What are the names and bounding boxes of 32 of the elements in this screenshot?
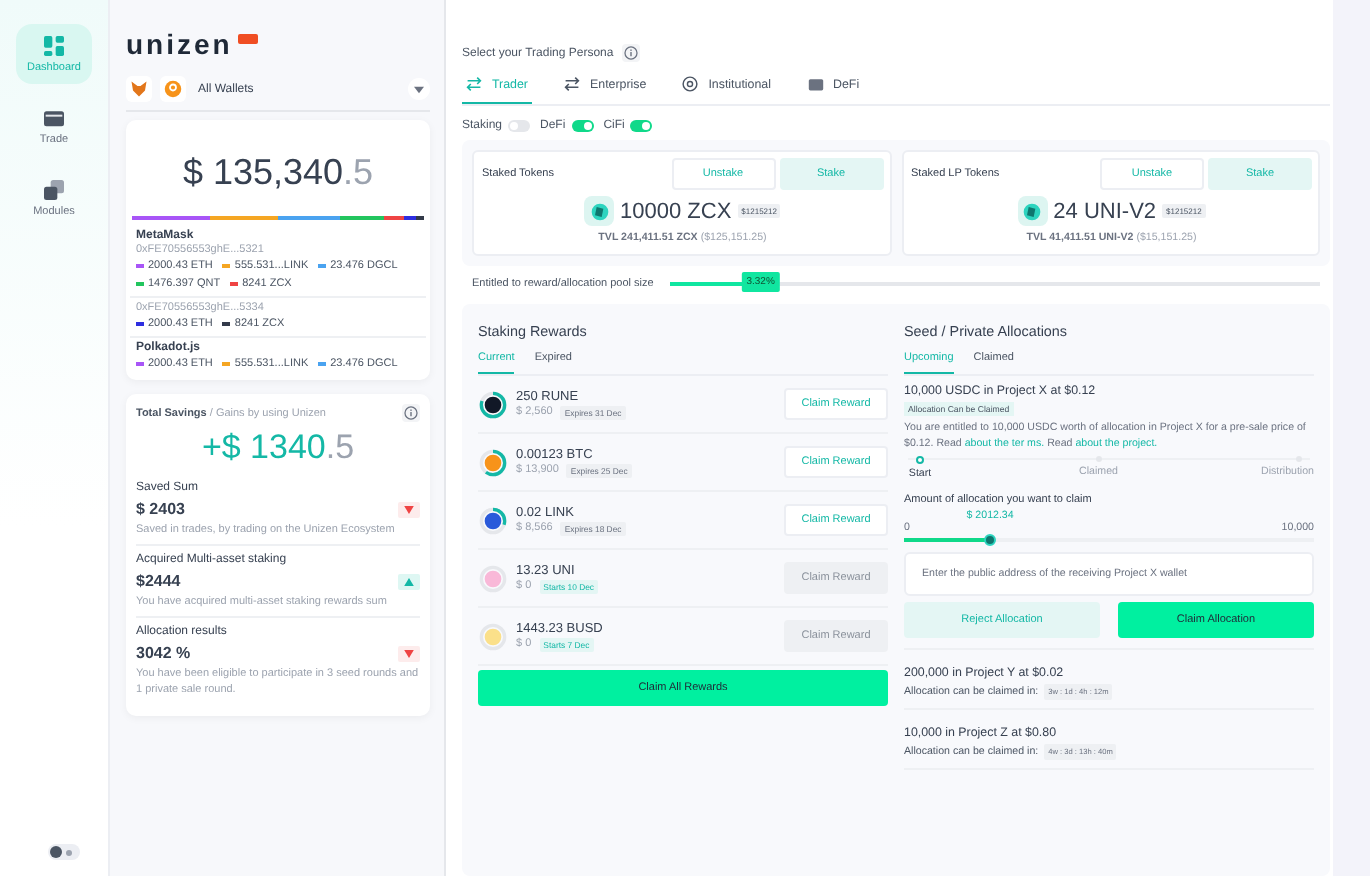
toggle-switch[interactable] <box>508 120 531 132</box>
coin-progress-icon <box>478 447 508 477</box>
coin-icon <box>682 76 699 92</box>
caret-icon <box>414 85 424 93</box>
fox-icon <box>126 76 152 102</box>
coin-progress-icon <box>478 621 508 651</box>
savings-item-value: $ 2403 <box>136 500 185 518</box>
savings-item-value: $2444 <box>136 572 181 590</box>
brand-badge <box>238 33 259 43</box>
stack-icon <box>44 179 64 199</box>
staked-amount: 10000 ZCX <box>620 199 732 223</box>
info-icon[interactable] <box>402 404 420 422</box>
dropdown-button[interactable] <box>408 78 430 100</box>
info-icon[interactable] <box>621 44 640 62</box>
staked-amount: 24 UNI-V2 <box>1053 199 1157 223</box>
coin-progress-icon <box>478 505 508 535</box>
token-icon <box>584 196 615 226</box>
coin-progress-icon <box>478 563 508 593</box>
token-icon <box>1017 196 1048 226</box>
toggle-switch[interactable] <box>630 120 653 132</box>
swap-icon <box>564 76 580 92</box>
slider-handle[interactable] <box>984 533 997 545</box>
brand-logo: unizen <box>126 28 233 60</box>
swap-icon <box>466 76 482 92</box>
theme-toggle[interactable] <box>48 844 80 860</box>
coin-icon <box>160 76 186 102</box>
portfolio-total: $ 135,340.5 <box>180 150 376 196</box>
coin-progress-icon <box>478 389 508 419</box>
savings-amount: +$ 1340.5 <box>199 426 357 470</box>
grid-icon <box>44 35 64 55</box>
savings-item-value: 3042 % <box>136 644 191 662</box>
toggle-switch[interactable] <box>571 120 594 132</box>
